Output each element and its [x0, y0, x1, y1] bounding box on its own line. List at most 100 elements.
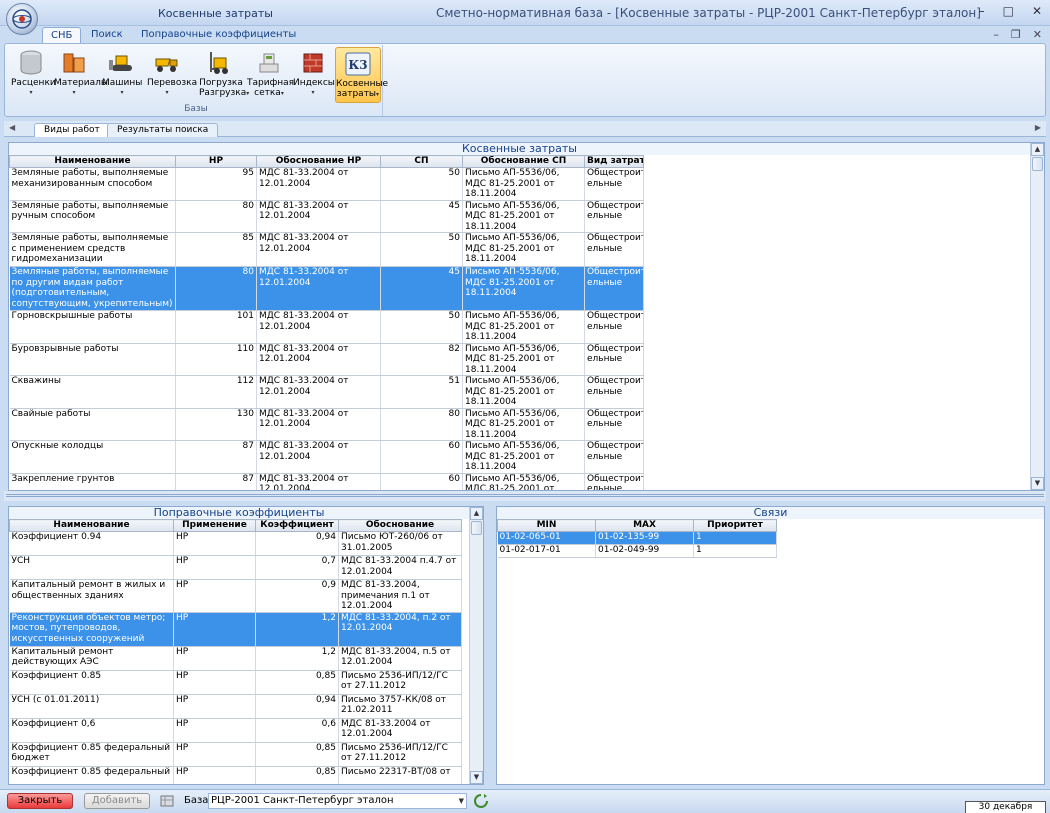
column-header-applies[interactable]: Применение	[173, 519, 256, 532]
table-cell-nr: 87	[175, 440, 257, 474]
table-row[interactable]: Свайные работы 130 МДС 81-33.2004 от 12.01…	[9, 408, 644, 441]
table-row[interactable]: Скважины 112 МДС 81-33.2004 от 12.01.2004 5…	[9, 375, 644, 409]
table-row[interactable]: Коэффициент 0.85 федеральный НР 0,85 Письмо…	[9, 766, 462, 784]
ribbon-button-indirect-costs[interactable]: К3 Косвенные затраты▾	[335, 47, 388, 103]
close-window-button[interactable]: ✕	[1032, 4, 1042, 18]
table-cell-basis: МДС 81-33.2004, п.2 от 12.01.2004	[338, 612, 462, 647]
scroll-thumb[interactable]	[471, 521, 482, 535]
column-header-cost-kind[interactable]: Вид затрат	[584, 155, 644, 168]
table-row[interactable]: Земляные работы, выполняемые ручным спос…	[9, 200, 644, 233]
table-cell-sp_basis: Письмо АП-5536/06, МДС 81-25.2001 от 18.…	[462, 408, 585, 441]
table-row[interactable]: Земляные работы, выполняемые по другим в…	[9, 266, 644, 311]
ribbon-button-machines[interactable]: Машины ▾	[102, 47, 142, 103]
table-row[interactable]: Реконструкция объектов метро; мостов, пу…	[9, 612, 462, 647]
table-cell-basis: МДС 81-33.2004, п.5 от 12.01.2004	[338, 646, 462, 671]
table-row[interactable]: 01-02-065-01 01-02-135-99 1	[497, 531, 777, 545]
scroll-up-icon[interactable]: ▲	[470, 507, 483, 520]
column-header-coefficient[interactable]: Коэффициент	[255, 519, 339, 532]
table-cell-coef: 0,6	[255, 718, 339, 743]
column-header-sp[interactable]: СП	[380, 155, 463, 168]
column-header-name[interactable]: Наименование	[9, 155, 176, 168]
column-header-nr[interactable]: НР	[175, 155, 257, 168]
ribbon-button-loading[interactable]: Погрузка Разгрузка▾	[199, 47, 249, 103]
table-row[interactable]: Коэффициент 0,6 НР 0,6 МДС 81-33.2004 от 12…	[9, 718, 462, 743]
tabs-scroll-left-icon[interactable]: ◀	[9, 123, 15, 132]
table-row[interactable]: 01-02-017-01 01-02-049-99 1	[497, 544, 777, 558]
table-row[interactable]: Буровзрывные работы 110 МДС 81-33.2004 от …	[9, 343, 644, 376]
base-select[interactable]: РЦР-2001 Санкт-Петербург эталон ▼	[208, 793, 467, 809]
ribbon-group-label: Базы	[184, 104, 208, 114]
indirect-costs-panel: Косвенные затраты Наименование НР Обосно…	[8, 142, 1045, 491]
indirect-costs-scrollbar[interactable]: ▲ ▼	[1030, 143, 1044, 490]
quick-access-title: Косвенные затраты	[158, 7, 273, 20]
app-menu-button[interactable]	[6, 3, 38, 35]
table-cell-nr_basis: МДС 81-33.2004 от 12.01.2004	[256, 375, 381, 409]
mdi-minimize-button[interactable]: –	[993, 28, 999, 41]
refresh-icon[interactable]	[473, 793, 489, 809]
table-cell-name: Горновскрышные работы	[9, 310, 176, 344]
tab-snb[interactable]: СНБ	[42, 27, 82, 44]
table-cell-sp: 50	[380, 167, 463, 201]
horizontal-splitter[interactable]	[4, 491, 1046, 501]
table-cell-kind: Общестроит ельные	[584, 200, 644, 233]
table-row[interactable]: Опускные колодцы 87 МДС 81-33.2004 от 12.0…	[9, 440, 644, 474]
table-row[interactable]: Капитальный ремонт в жилых и общественны…	[9, 579, 462, 613]
minimize-button[interactable]: –	[979, 4, 985, 18]
database-small-icon[interactable]	[160, 794, 174, 808]
indirect-costs-table: Наименование НР Обоснование НР СП Обосно…	[9, 155, 644, 490]
scroll-down-icon[interactable]: ▼	[1031, 477, 1044, 490]
ribbon-button-tariff-grid[interactable]: Тарифная сетка▾	[247, 47, 294, 103]
table-row[interactable]: Коэффициент 0.94 НР 0,94 Письмо ЮТ-260/06 о…	[9, 531, 462, 556]
table-cell-name: Земляные работы, выполняемые по другим в…	[9, 266, 176, 311]
table-row[interactable]: УСН НР 0,7 МДС 81-33.2004 п.4.7 от 12.01.20…	[9, 555, 462, 580]
tab-work-types[interactable]: Виды работ	[34, 123, 110, 137]
table-cell-priority: 1	[693, 531, 777, 545]
table-row[interactable]: Земляные работы, выполняемые с применени…	[9, 232, 644, 267]
scroll-down-icon[interactable]: ▼	[470, 771, 483, 784]
ribbon-button-rates[interactable]: Расценки ▾	[11, 47, 56, 103]
table-row[interactable]: УСН (с 01.01.2011) НР 0,94 Письмо 3757-КК/0…	[9, 694, 462, 719]
column-header-name[interactable]: Наименование	[9, 519, 174, 532]
table-cell-name: Коэффициент 0.85 федеральный бюджет	[9, 742, 174, 767]
table-row[interactable]: Горновскрышные работы 101 МДС 81-33.2004 о…	[9, 310, 644, 344]
table-cell-coef: 0,9	[255, 579, 339, 613]
tabs-scroll-right-icon[interactable]: ▶	[1035, 123, 1041, 132]
table-cell-name: Земляные работы, выполняемые механизиров…	[9, 167, 176, 201]
tab-correction-coefficients[interactable]: Поправочные коэффициенты	[133, 27, 304, 44]
column-header-min[interactable]: MIN	[497, 519, 596, 532]
table-cell-sp_basis: Письмо АП-5536/06, МДС 81-25.2001 от 18.…	[462, 310, 585, 344]
table-row[interactable]: Капитальный ремонт действующих АЭС НР 1,2 М…	[9, 646, 462, 671]
column-header-nr-basis[interactable]: Обоснование НР	[256, 155, 381, 168]
table-cell-name: Буровзрывные работы	[9, 343, 176, 376]
close-button[interactable]: Закрыть	[7, 793, 73, 809]
ribbon-button-materials[interactable]: Материалы ▾	[54, 47, 108, 103]
table-cell-min: 01-02-065-01	[497, 531, 596, 545]
links-panel: Связи MIN MAX Приоритет 01-02-065-01 01-0…	[496, 506, 1045, 785]
maximize-button[interactable]: □	[1003, 4, 1014, 18]
table-row[interactable]: Земляные работы, выполняемые механизиров…	[9, 167, 644, 201]
mdi-restore-button[interactable]: ❐	[1011, 28, 1021, 41]
tab-search-results[interactable]: Результаты поиска	[107, 123, 219, 137]
tab-search[interactable]: Поиск	[83, 27, 131, 44]
stack-icon	[299, 49, 327, 77]
mdi-close-button[interactable]: ✕	[1033, 28, 1042, 41]
table-row[interactable]: Коэффициент 0.85 НР 0,85 Письмо 2536-ИП/12/…	[9, 670, 462, 695]
table-row[interactable]: Закрепление грунтов 87 МДС 81-33.2004 от 1…	[9, 473, 644, 490]
table-cell-coef: 0,85	[255, 766, 339, 784]
column-header-basis[interactable]: Обоснование	[338, 519, 462, 532]
column-header-max[interactable]: MAX	[595, 519, 694, 532]
column-header-sp-basis[interactable]: Обоснование СП	[462, 155, 585, 168]
table-row[interactable]: Коэффициент 0.85 федеральный бюджет НР 0,8…	[9, 742, 462, 767]
coefficients-scrollbar[interactable]: ▲ ▼	[469, 507, 483, 784]
table-cell-sp_basis: Письмо АП-5536/06, МДС 81-25.2001 от 18.…	[462, 266, 585, 311]
ribbon-group-bases: Расценки ▾ Материалы ▾ Машины ▾ Перевозка ▾ …	[9, 45, 388, 116]
scroll-thumb[interactable]	[1032, 157, 1043, 171]
scroll-up-icon[interactable]: ▲	[1031, 143, 1044, 156]
add-button[interactable]: Добавить	[84, 793, 150, 809]
column-header-priority[interactable]: Приоритет	[693, 519, 777, 532]
table-cell-nr: 95	[175, 167, 257, 201]
table-cell-kind: Общестроит ельные	[584, 232, 644, 267]
ribbon-button-indexes[interactable]: Индексы ▾	[293, 47, 335, 103]
table-cell-name: Скважины	[9, 375, 176, 409]
ribbon-button-transport[interactable]: Перевозка ▾	[147, 47, 197, 103]
